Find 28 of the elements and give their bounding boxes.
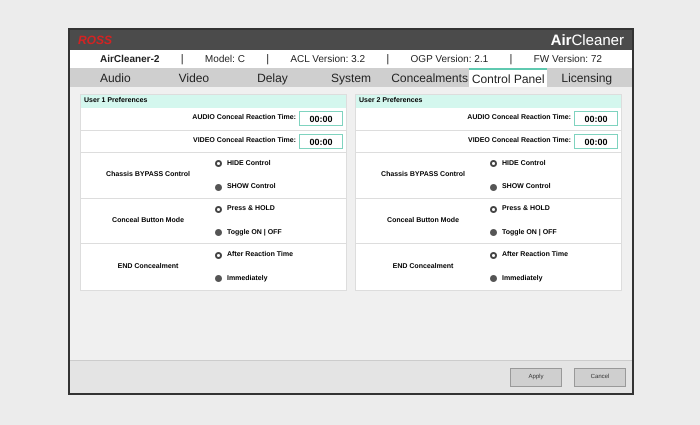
time-field[interactable]: 00:00 (299, 111, 343, 126)
time-field[interactable]: 00:00 (574, 134, 618, 149)
radio-button[interactable] (490, 184, 497, 191)
radio-button[interactable] (215, 160, 222, 168)
separator: | (386, 52, 390, 67)
acl-version: ACL Version: 3.2 (290, 52, 366, 66)
time-field[interactable]: 00:00 (299, 134, 343, 149)
ogp-version: OGP Version: 2.1 (410, 52, 488, 66)
radio-button[interactable] (490, 275, 497, 282)
time-field[interactable]: 00:00 (574, 111, 618, 126)
radio-button[interactable] (490, 206, 497, 213)
separator: | (180, 52, 184, 67)
logo: ROSS (78, 34, 112, 46)
tab[interactable]: Control Panel (468, 68, 548, 87)
radio-button[interactable] (215, 275, 222, 282)
radio-button[interactable] (215, 252, 222, 259)
fw-version: FW Version: 72 (534, 52, 602, 66)
radio-button[interactable] (490, 229, 497, 236)
radio-button[interactable] (215, 184, 222, 191)
model-label: Model: C (204, 52, 245, 66)
separator: | (266, 52, 270, 67)
brand-name: AirCleaner (550, 32, 624, 48)
separator: | (509, 52, 512, 67)
radio-button[interactable] (490, 160, 497, 168)
radio-button[interactable] (215, 206, 222, 213)
radio-button[interactable] (490, 252, 497, 259)
radio-button[interactable] (215, 229, 222, 236)
device-name: AirCleaner-2 (100, 52, 160, 66)
